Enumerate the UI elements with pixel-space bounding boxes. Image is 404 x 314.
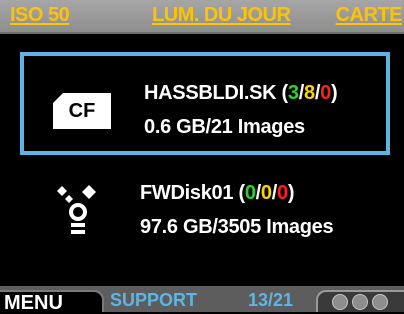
iso-setting[interactable]: ISO 50 xyxy=(10,4,70,27)
camera-screen: ISO 50 LUM. DU JOUR CARTE CF HASSBLDI.SK… xyxy=(0,0,404,314)
cf-card-icon-label: CF xyxy=(68,99,96,122)
cf-card-icon: CF xyxy=(53,93,111,129)
count-red: 0 xyxy=(277,182,288,204)
wheel-icon xyxy=(372,294,388,310)
storage-setting[interactable]: CARTE xyxy=(336,4,403,27)
count-yellow: 0 xyxy=(260,182,272,204)
storage-item-cf-card[interactable]: CF HASSBLDI.SK (3/8/0) 0.6 GB/21 Images xyxy=(20,52,390,155)
support-label: SUPPORT xyxy=(110,290,198,310)
control-wheel-button[interactable] xyxy=(316,290,404,312)
status-bar: ISO 50 LUM. DU JOUR CARTE xyxy=(0,0,404,34)
count-close: ) xyxy=(287,182,295,204)
storage-name-text: FWDisk01 xyxy=(140,182,234,204)
storage-name: HASSBLDI.SK (3/8/0) xyxy=(144,82,338,105)
storage-name-text: HASSBLDI.SK xyxy=(144,82,277,104)
storage-capacity-info: 0.6 GB/21 Images xyxy=(144,116,305,138)
storage-name: FWDisk01 (0/0/0) xyxy=(140,182,295,205)
white-balance-setting[interactable]: LUM. DU JOUR xyxy=(152,4,291,27)
count-yellow: 8 xyxy=(304,82,315,104)
wheel-icon xyxy=(352,294,368,310)
wheel-icon xyxy=(332,294,348,310)
count-close: ) xyxy=(330,82,338,104)
page-counter: 13/21 xyxy=(248,290,294,310)
firewire-icon xyxy=(57,185,96,234)
count-red: 0 xyxy=(320,82,331,104)
count-green: 3 xyxy=(287,82,299,104)
storage-capacity-info: 97.6 GB/3505 Images xyxy=(140,216,334,238)
storage-item-firewire-disk[interactable]: FWDisk01 (0/0/0) 97.6 GB/3505 Images xyxy=(20,168,390,271)
menu-button[interactable]: MENU xyxy=(0,290,104,314)
count-green: 0 xyxy=(244,182,256,204)
